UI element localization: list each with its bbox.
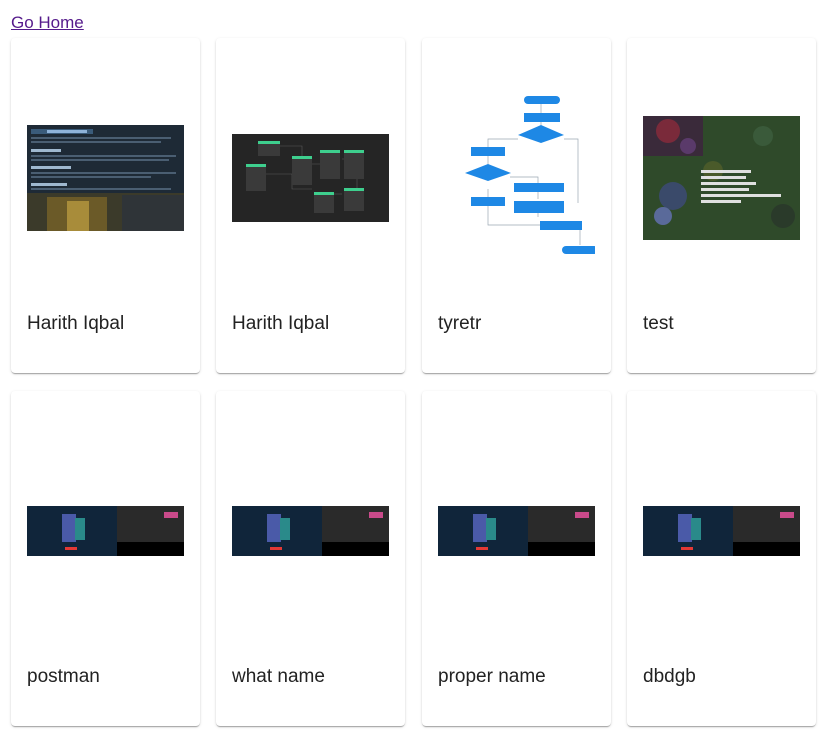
card-image-document (27, 38, 184, 318)
card-item[interactable]: what name (216, 391, 405, 726)
card-title: dbdgb (643, 666, 696, 687)
card-image-game-lobby (438, 391, 595, 671)
card-item[interactable]: Harith Iqbal (11, 38, 200, 373)
card-image-game-lobby (27, 391, 184, 671)
card-image-game-lobby (643, 391, 800, 671)
card-title: Harith Iqbal (27, 313, 125, 334)
card-item[interactable]: tyretr (422, 38, 611, 373)
card-item[interactable]: proper name (422, 391, 611, 726)
card-title: tyretr (438, 313, 482, 334)
card-title: proper name (438, 666, 546, 687)
card-image-database-schema (232, 38, 389, 318)
card-item[interactable]: dbdgb (627, 391, 816, 726)
go-home-link[interactable]: Go Home (11, 13, 84, 33)
card-item[interactable]: test (627, 38, 816, 373)
card-title: Harith Iqbal (232, 313, 330, 334)
card-title: postman (27, 666, 100, 687)
card-item[interactable]: Harith Iqbal (216, 38, 405, 373)
card-image-game (643, 38, 800, 318)
card-item[interactable]: postman (11, 391, 200, 726)
card-image-game-lobby (232, 391, 389, 671)
card-title: what name (232, 666, 325, 687)
card-image-flowchart (438, 38, 595, 318)
card-title: test (643, 313, 674, 334)
